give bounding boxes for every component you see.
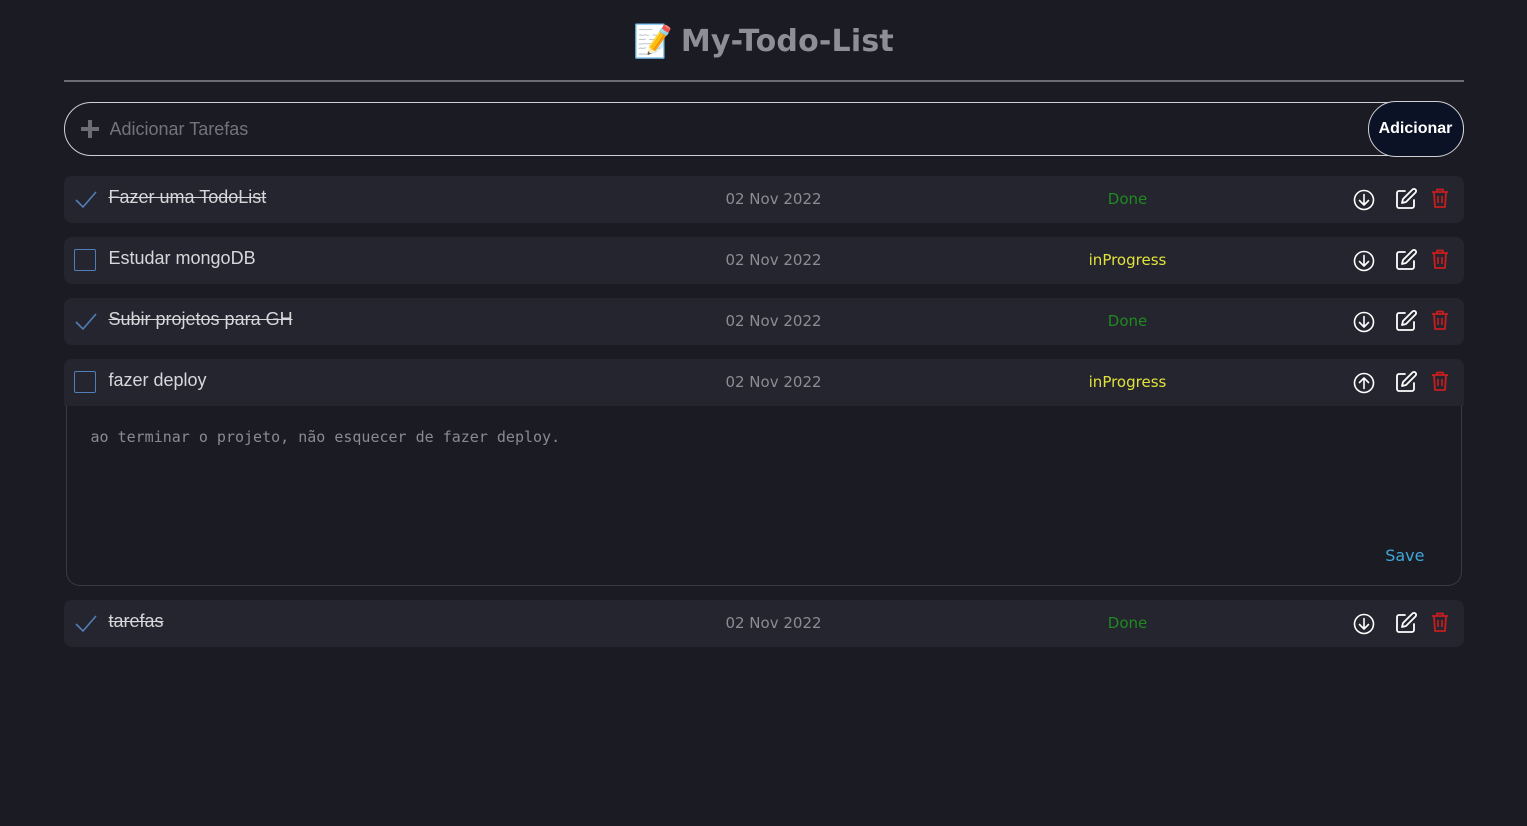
trash-icon [1431, 612, 1448, 632]
add-task-input[interactable] [107, 102, 1368, 156]
task-checkbox[interactable] [73, 371, 96, 393]
trash-icon [1431, 371, 1448, 391]
check-icon [74, 191, 97, 209]
trash-icon [1431, 310, 1448, 330]
arrow-up-circle-icon [1353, 372, 1374, 394]
expand-toggle-button[interactable] [1352, 612, 1376, 636]
task-title: fazer deploy [108, 370, 207, 390]
arrow-down-circle-icon [1353, 613, 1374, 635]
task-row: Subir projetos para GH 02 Nov 2022 Done [63, 298, 1464, 345]
header-divider [63, 80, 1464, 82]
delete-button[interactable] [1428, 308, 1452, 332]
task-date: 02 Nov 2022 [725, 190, 822, 208]
expand-toggle-button[interactable] [1352, 310, 1376, 334]
delete-button[interactable] [1428, 186, 1452, 210]
check-icon [74, 313, 97, 331]
task-status: Done [1107, 614, 1148, 632]
edit-icon [1395, 612, 1417, 633]
task-date: 02 Nov 2022 [725, 251, 822, 269]
trash-icon [1431, 249, 1448, 269]
save-button[interactable]: Save [1385, 546, 1424, 565]
plus-icon [80, 120, 99, 138]
task-title: tarefas [108, 611, 164, 631]
task-title: Subir projetos para GH [108, 309, 293, 329]
task-list: Fazer uma TodoList 02 Nov 2022 Done Estu… [63, 176, 1464, 647]
memo-icon: 📝 [633, 23, 673, 59]
task-row: tarefas 02 Nov 2022 Done [63, 600, 1464, 647]
task-status: inProgress [1088, 373, 1167, 391]
edit-icon [1395, 310, 1417, 331]
add-task-form: Adicionar [63, 101, 1464, 157]
arrow-down-circle-icon [1353, 311, 1374, 333]
edit-button[interactable] [1394, 248, 1418, 272]
expand-toggle-button[interactable] [1352, 371, 1376, 395]
task-title: Fazer uma TodoList [108, 187, 267, 207]
task-checkbox-checked[interactable] [74, 188, 97, 210]
expand-toggle-button[interactable] [1352, 188, 1376, 212]
edit-button[interactable] [1394, 309, 1418, 333]
edit-button[interactable] [1394, 187, 1418, 211]
task-checkbox[interactable] [73, 249, 96, 271]
task-date: 02 Nov 2022 [725, 373, 822, 391]
task-row: Fazer uma TodoList 02 Nov 2022 Done [63, 176, 1464, 223]
edit-icon [1395, 249, 1417, 270]
task-checkbox-checked[interactable] [74, 310, 97, 332]
task-row: fazer deploy 02 Nov 2022 inProgress [63, 359, 1464, 406]
delete-button[interactable] [1428, 610, 1452, 634]
delete-button[interactable] [1428, 369, 1452, 393]
edit-icon [1395, 371, 1417, 392]
edit-icon [1395, 188, 1417, 209]
delete-button[interactable] [1428, 247, 1452, 271]
task-date: 02 Nov 2022 [725, 312, 822, 330]
task-date: 02 Nov 2022 [725, 614, 822, 632]
task-checkbox-checked[interactable] [74, 612, 97, 634]
todo-app: 📝 My-Todo-List Adicionar Fazer uma TodoL… [63, 0, 1464, 647]
task-details-panel: ao terminar o projeto, não esquecer de f… [65, 406, 1462, 586]
task-description-textarea[interactable]: ao terminar o projeto, não esquecer de f… [88, 426, 1393, 540]
page-title: My-Todo-List [680, 23, 894, 59]
trash-icon [1431, 188, 1448, 208]
arrow-down-circle-icon [1353, 189, 1374, 211]
check-icon [74, 615, 97, 633]
task-title: Estudar mongoDB [108, 248, 256, 268]
task-row: Estudar mongoDB 02 Nov 2022 inProgress [63, 237, 1464, 284]
arrow-down-circle-icon [1353, 250, 1374, 272]
task-status: inProgress [1088, 251, 1167, 269]
page-header: 📝 My-Todo-List [64, 18, 1464, 64]
task-status: Done [1107, 312, 1148, 330]
expand-toggle-button[interactable] [1352, 249, 1376, 273]
edit-button[interactable] [1394, 611, 1418, 635]
add-task-button[interactable]: Adicionar [1367, 101, 1464, 157]
edit-button[interactable] [1394, 370, 1418, 394]
task-status: Done [1107, 190, 1148, 208]
